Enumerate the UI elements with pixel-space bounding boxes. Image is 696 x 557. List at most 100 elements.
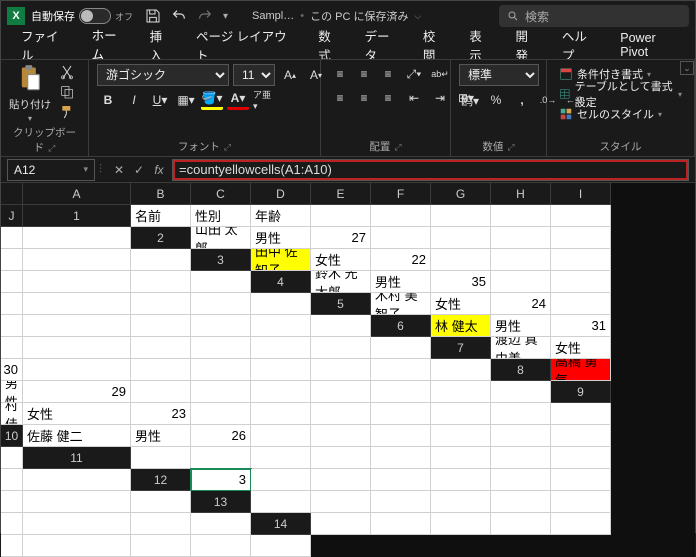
row-header[interactable]: 3 xyxy=(191,249,251,271)
cell[interactable]: 男性 xyxy=(371,271,431,293)
cell[interactable] xyxy=(23,315,131,337)
cell[interactable] xyxy=(131,491,191,513)
cell[interactable] xyxy=(131,315,191,337)
align-right-icon[interactable]: ≡ xyxy=(377,88,399,108)
row-header[interactable]: 2 xyxy=(131,227,191,249)
select-all-corner[interactable] xyxy=(1,183,23,205)
cell[interactable] xyxy=(551,469,611,491)
cell[interactable] xyxy=(551,425,611,447)
cell[interactable] xyxy=(1,337,23,359)
align-left-icon[interactable]: ≡ xyxy=(329,88,351,108)
italic-button[interactable]: I xyxy=(123,90,145,110)
cell[interactable] xyxy=(251,469,311,491)
percent-icon[interactable]: % xyxy=(485,90,507,110)
column-header[interactable]: D xyxy=(251,183,311,205)
cell[interactable] xyxy=(1,535,23,557)
fill-color-button[interactable]: 🪣▾ xyxy=(201,90,223,110)
cell[interactable] xyxy=(311,403,371,425)
cell[interactable] xyxy=(131,513,191,535)
cell[interactable] xyxy=(491,403,551,425)
cell[interactable] xyxy=(371,403,431,425)
cell[interactable] xyxy=(251,337,311,359)
formula-bar[interactable]: =countyellowcells(A1:A10) xyxy=(172,159,689,181)
cell[interactable] xyxy=(1,513,23,535)
cell[interactable] xyxy=(23,293,131,315)
cell[interactable] xyxy=(23,491,131,513)
indent-decrease-icon[interactable]: ⇤ xyxy=(403,88,425,108)
cell[interactable] xyxy=(1,293,23,315)
name-box-dropdown-icon[interactable]: ▾ xyxy=(83,164,88,175)
border-button[interactable]: ▦▾ xyxy=(175,90,197,110)
copy-icon[interactable] xyxy=(59,84,75,100)
row-header[interactable]: 7 xyxy=(431,337,491,359)
cell[interactable] xyxy=(311,447,371,469)
align-top-icon[interactable]: ≡ xyxy=(329,64,351,84)
wrap-text-icon[interactable]: ab↵ xyxy=(429,64,451,84)
cell[interactable]: 29 xyxy=(23,381,131,403)
cell[interactable] xyxy=(491,381,551,403)
row-header[interactable]: 6 xyxy=(371,315,431,337)
tab-Power Pivot[interactable]: Power Pivot xyxy=(610,27,695,63)
cell[interactable]: 佐藤 健二 xyxy=(23,425,131,447)
cell[interactable] xyxy=(1,447,23,469)
cell[interactable] xyxy=(311,491,371,513)
row-header[interactable]: 5 xyxy=(311,293,371,315)
cell[interactable] xyxy=(431,447,491,469)
cell[interactable] xyxy=(431,491,491,513)
cell[interactable] xyxy=(191,535,251,557)
cell[interactable]: 26 xyxy=(191,425,251,447)
cell[interactable] xyxy=(251,293,311,315)
cell[interactable] xyxy=(23,271,131,293)
name-box[interactable]: A12 ▾ xyxy=(7,159,95,181)
row-header[interactable]: 4 xyxy=(251,271,311,293)
cell[interactable] xyxy=(551,205,611,227)
cell[interactable]: 女性 xyxy=(431,293,491,315)
cell[interactable] xyxy=(251,381,311,403)
cell[interactable] xyxy=(551,447,611,469)
align-center-icon[interactable]: ≡ xyxy=(353,88,375,108)
align-middle-icon[interactable]: ≡ xyxy=(353,64,375,84)
cell[interactable] xyxy=(371,337,431,359)
cell[interactable] xyxy=(23,359,131,381)
cell[interactable] xyxy=(1,469,23,491)
cell[interactable]: 男性 xyxy=(251,227,311,249)
cell[interactable] xyxy=(371,359,431,381)
cell[interactable]: 3 xyxy=(191,469,251,491)
cell[interactable] xyxy=(251,359,311,381)
cell[interactable] xyxy=(491,249,551,271)
row-header[interactable]: 9 xyxy=(551,381,611,403)
bold-button[interactable]: B xyxy=(97,90,119,110)
cell[interactable] xyxy=(311,381,371,403)
cell[interactable] xyxy=(551,513,611,535)
cell[interactable]: 名前 xyxy=(131,205,191,227)
cell[interactable] xyxy=(251,315,311,337)
cell[interactable] xyxy=(551,491,611,513)
cell[interactable]: 24 xyxy=(491,293,551,315)
phonetic-icon[interactable]: ア亜▾ xyxy=(253,90,275,110)
column-header[interactable]: C xyxy=(191,183,251,205)
column-header[interactable]: A xyxy=(23,183,131,205)
cell[interactable] xyxy=(431,359,491,381)
font-size-select[interactable]: 11 xyxy=(233,64,275,86)
paste-button[interactable]: 貼り付け ▾ xyxy=(9,64,51,123)
row-header[interactable]: 14 xyxy=(251,513,311,535)
column-header[interactable]: E xyxy=(311,183,371,205)
column-header[interactable]: H xyxy=(491,183,551,205)
cell[interactable] xyxy=(131,381,191,403)
cell[interactable] xyxy=(371,425,431,447)
cell[interactable] xyxy=(431,205,491,227)
cell[interactable] xyxy=(431,469,491,491)
cell[interactable] xyxy=(311,205,371,227)
cell[interactable] xyxy=(551,227,611,249)
cell[interactable] xyxy=(371,381,431,403)
orientation-icon[interactable]: ⤢▾ xyxy=(403,64,425,84)
cell[interactable] xyxy=(23,337,131,359)
cell[interactable] xyxy=(551,271,611,293)
column-header[interactable]: F xyxy=(371,183,431,205)
cell[interactable] xyxy=(371,227,431,249)
cell[interactable]: 山田 太郎 xyxy=(191,227,251,249)
align-bottom-icon[interactable]: ≡ xyxy=(377,64,399,84)
cell[interactable] xyxy=(551,249,611,271)
row-header[interactable]: 12 xyxy=(131,469,191,491)
formula-enter-icon[interactable]: ✓ xyxy=(130,163,148,177)
